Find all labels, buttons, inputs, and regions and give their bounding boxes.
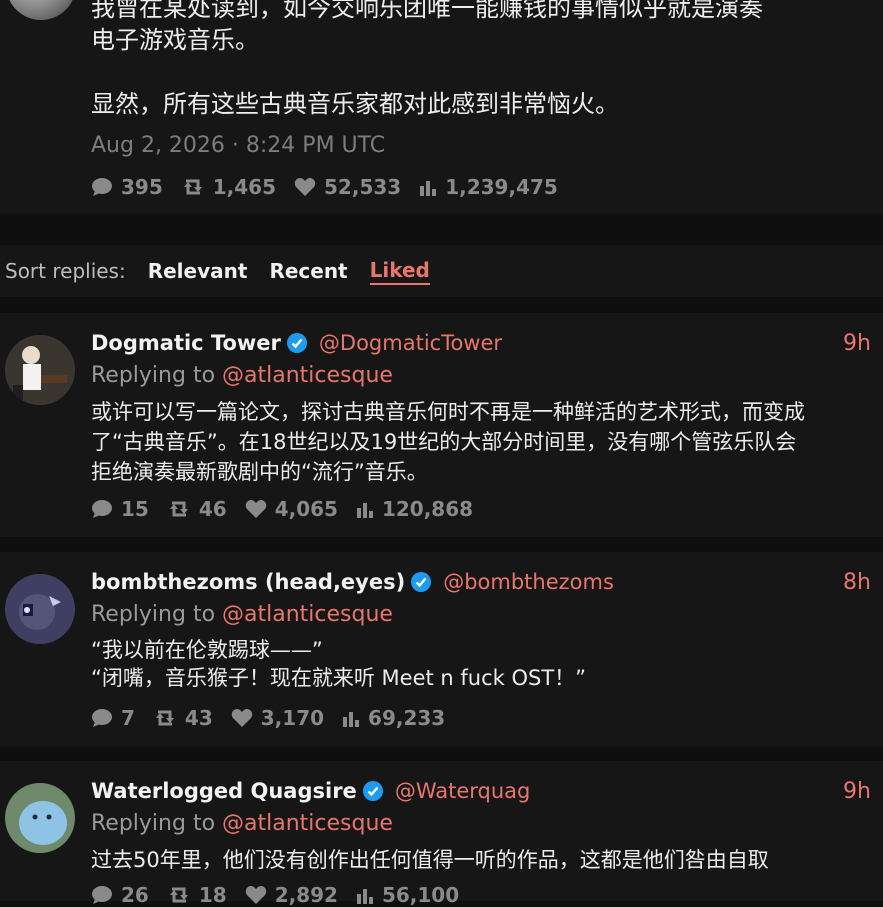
- like-count[interactable]: 4,065: [245, 497, 338, 521]
- tweet-text: 我曾在某处读到，如今交响乐团唯一能赚钱的事情似乎就是演奏 电子游戏音乐。 显然，…: [91, 0, 763, 118]
- tweet-stats: 395 1,465 52,533 1,239,475: [91, 175, 558, 199]
- retweet-icon: [169, 887, 188, 903]
- retweet-icon: [155, 710, 174, 726]
- replying-to: Replying to @atlanticesque: [91, 363, 393, 388]
- sort-relevant-tab[interactable]: Relevant: [148, 259, 248, 283]
- reply-count[interactable]: 26: [91, 883, 149, 907]
- retweet-icon: [169, 501, 188, 517]
- reply-time[interactable]: 9h: [843, 779, 871, 804]
- reply-text: 或许可以写一篇论文，探讨古典音乐何时不再是一种鲜活的艺术形式，而变成 了“古典音…: [91, 400, 805, 484]
- reply-header: Waterlogged Quagsire @Waterquag: [91, 779, 530, 803]
- author-name[interactable]: Dogmatic Tower: [91, 331, 281, 355]
- reply-text: “我以前在伦敦踢球——” “闭嘴，音乐猴子！现在就来听 Meet n fuck …: [91, 638, 587, 690]
- verified-badge-icon: [286, 333, 307, 353]
- avatar[interactable]: [5, 335, 75, 405]
- comment-icon: [92, 709, 112, 727]
- sort-label: Sort replies:: [5, 259, 126, 283]
- reply-count[interactable]: 7: [91, 706, 135, 730]
- heart-icon: [231, 709, 252, 727]
- comment-icon: [92, 178, 112, 196]
- replying-to-link[interactable]: @atlanticesque: [222, 602, 393, 627]
- reply-stats: 15 46 4,065 120,868: [91, 497, 473, 521]
- like-count[interactable]: 52,533: [294, 175, 401, 199]
- heart-icon: [245, 500, 266, 518]
- replying-to-link[interactable]: @atlanticesque: [222, 811, 393, 836]
- reply-time[interactable]: 8h: [843, 570, 871, 595]
- tweet-date[interactable]: Aug 2, 2026 · 8:24 PM UTC: [91, 133, 385, 158]
- reply-item[interactable]: Waterlogged Quagsire @Waterquag 9h Reply…: [0, 761, 883, 907]
- replying-to: Replying to @atlanticesque: [91, 602, 393, 627]
- bar-chart-icon: [356, 889, 373, 904]
- reply-header: Dogmatic Tower @DogmaticTower: [91, 331, 502, 355]
- retweet-count[interactable]: 18: [167, 883, 227, 907]
- retweet-count[interactable]: 1,465: [181, 175, 276, 199]
- comment-icon: [92, 886, 112, 904]
- retweet-icon: [183, 179, 202, 195]
- author-name[interactable]: bombthezoms (head,eyes): [91, 570, 405, 594]
- author-name[interactable]: Waterlogged Quagsire: [91, 779, 357, 803]
- heart-icon: [294, 178, 316, 196]
- reply-count[interactable]: 15: [91, 497, 149, 521]
- retweet-count[interactable]: 43: [153, 706, 213, 730]
- sort-replies-bar: Sort replies: Relevant Recent Liked: [0, 245, 883, 297]
- view-count[interactable]: 56,100: [356, 883, 459, 907]
- reply-text: 过去50年里，他们没有创作出任何值得一听的作品，这都是他们咎由自取: [91, 848, 769, 872]
- author-handle[interactable]: @Waterquag: [395, 779, 531, 803]
- replying-to: Replying to @atlanticesque: [91, 811, 393, 836]
- reply-time[interactable]: 9h: [843, 331, 871, 356]
- reply-stats: 7 43 3,170 69,233: [91, 706, 445, 730]
- verified-badge-icon: [362, 781, 383, 801]
- bar-chart-icon: [420, 181, 437, 196]
- heart-icon: [245, 886, 266, 904]
- sort-liked-tab[interactable]: Liked: [369, 258, 430, 285]
- reply-item[interactable]: Dogmatic Tower @DogmaticTower 9h Replyin…: [0, 313, 883, 537]
- author-handle[interactable]: @DogmaticTower: [319, 331, 502, 355]
- author-avatar[interactable]: [6, 0, 76, 20]
- reply-header: bombthezoms (head,eyes) @bombthezoms: [91, 570, 614, 594]
- view-count[interactable]: 69,233: [342, 706, 445, 730]
- bar-chart-icon: [356, 503, 373, 518]
- retweet-count[interactable]: 46: [167, 497, 227, 521]
- like-count[interactable]: 3,170: [231, 706, 324, 730]
- author-handle[interactable]: @bombthezoms: [443, 570, 614, 594]
- avatar[interactable]: [5, 574, 75, 644]
- reply-stats: 26 18 2,892 56,100: [91, 883, 459, 907]
- view-count[interactable]: 1,239,475: [419, 175, 558, 199]
- like-count[interactable]: 2,892: [245, 883, 338, 907]
- comment-icon: [92, 500, 112, 518]
- main-tweet: 我曾在某处读到，如今交响乐团唯一能赚钱的事情似乎就是演奏 电子游戏音乐。 显然，…: [0, 0, 883, 214]
- reply-count[interactable]: 395: [91, 175, 163, 199]
- bar-chart-icon: [343, 712, 360, 727]
- reply-item[interactable]: bombthezoms (head,eyes) @bombthezoms 8h …: [0, 552, 883, 746]
- avatar[interactable]: [5, 783, 75, 853]
- verified-badge-icon: [411, 572, 432, 592]
- view-count[interactable]: 120,868: [356, 497, 473, 521]
- replying-to-link[interactable]: @atlanticesque: [222, 363, 393, 388]
- sort-recent-tab[interactable]: Recent: [269, 259, 347, 283]
